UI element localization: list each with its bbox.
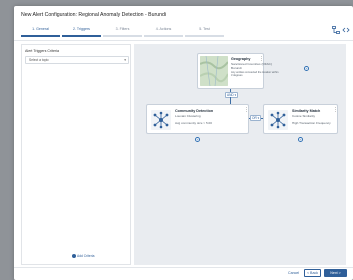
add-criteria-button[interactable]: Add Criteria (72, 254, 95, 259)
topic-select-value: Select a topic (29, 58, 49, 62)
layout-icon[interactable] (332, 26, 340, 34)
community-menu-icon[interactable]: ⋮ (244, 108, 249, 113)
topic-select[interactable]: Select a topic ▾ (25, 56, 129, 64)
community-line1: Louvain Clustering (175, 114, 201, 118)
step-test-label: 5. Test (199, 27, 210, 31)
step-general[interactable]: 1. General (21, 25, 60, 37)
step-actions[interactable]: 4. Actions (144, 25, 183, 37)
similarity-line1: Cosine Similarity (292, 114, 316, 118)
chevron-down-icon: ▾ (124, 58, 126, 62)
next-button[interactable]: Next > (324, 269, 347, 277)
code-icon[interactable] (342, 26, 350, 34)
geography-line2: Burundi (231, 66, 242, 70)
and-connector-line-2 (230, 97, 231, 104)
flow-canvas[interactable]: Geography Sanctioned Countries (OFAC) Bu… (134, 44, 346, 265)
map-thumbnail (200, 56, 228, 86)
add-criteria-label: Add Criteria (77, 254, 95, 258)
similarity-menu-icon[interactable]: ⋮ (333, 108, 338, 113)
back-button[interactable]: < Back (304, 269, 321, 277)
header-divider (14, 40, 353, 41)
alert-config-window: New Alert Configuration: Regional Anomal… (14, 6, 353, 280)
community-title: Community Detection (175, 109, 214, 113)
criteria-panel-title: Alert Triggers Criteria (25, 49, 59, 53)
add-below-community-icon[interactable]: + (195, 137, 200, 142)
add-below-similarity-icon[interactable]: + (298, 137, 303, 142)
criteria-panel: Alert Triggers Criteria Select a topic ▾… (21, 44, 131, 265)
community-detection-node[interactable]: Community Detection Louvain Clustering A… (146, 104, 249, 134)
page-title: New Alert Configuration: Regional Anomal… (21, 12, 167, 18)
and-operator[interactable]: AND ▾ (225, 92, 239, 98)
step-test[interactable]: 5. Test (185, 25, 224, 37)
geography-node[interactable]: Geography Sanctioned Countries (OFAC) Bu… (197, 53, 278, 89)
or-operator[interactable]: OR ▾ (250, 115, 262, 121)
community-line2: Avg community size > 5.00 (175, 121, 212, 125)
similarity-match-node[interactable]: Similarity Match Cosine Similarity High … (263, 104, 338, 134)
cancel-button[interactable]: Cancel (288, 271, 299, 275)
step-triggers[interactable]: 2. Triggers (62, 25, 101, 37)
network-icon (151, 110, 171, 130)
similarity-line2: High Transaction Frequency (292, 121, 331, 125)
geography-menu-icon[interactable]: ⋮ (259, 57, 264, 62)
step-general-label: 1. General (32, 27, 49, 31)
network-icon (268, 110, 288, 130)
geography-title: Geography (231, 57, 251, 61)
step-filters-label: 3. Filters (115, 27, 130, 31)
add-sibling-geography-icon[interactable]: + (304, 66, 309, 71)
plus-circle-icon (72, 254, 76, 259)
step-tabs: 1. General 2. Triggers 3. Filters 4. Act… (21, 25, 224, 37)
similarity-title: Similarity Match (292, 109, 321, 113)
step-triggers-label: 2. Triggers (73, 27, 90, 31)
footer-divider (14, 267, 353, 268)
geography-line4: 3 degrees (231, 74, 243, 77)
step-filters[interactable]: 3. Filters (103, 25, 142, 37)
step-actions-label: 4. Actions (155, 27, 172, 31)
